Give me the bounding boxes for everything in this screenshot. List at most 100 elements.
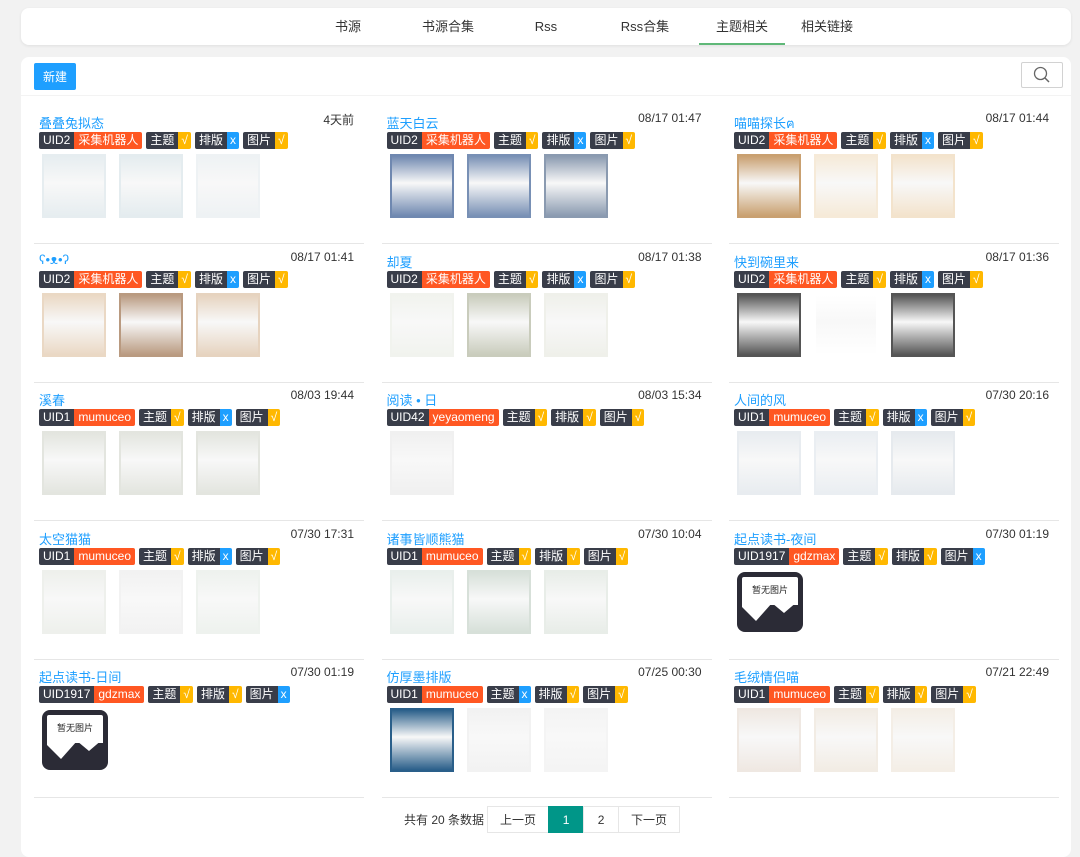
card-title-link[interactable]: 人间的风 xyxy=(734,390,786,409)
status-tag-label: 主题 xyxy=(502,409,535,426)
card-tags: UID42 yeyaomeng 主题 √ 排版 √ 图片 √ xyxy=(386,409,645,426)
theme-card[interactable]: 起点读书-夜间 07/30 01:19 UID1917 gdzmax 主题 √ 排版 √ 图片 x… xyxy=(729,526,1059,660)
theme-thumbnail[interactable] xyxy=(119,569,183,634)
status-tag-label: 排版 xyxy=(197,686,230,703)
thumbnail-list xyxy=(389,569,608,634)
theme-thumbnail[interactable] xyxy=(389,569,454,634)
no-image-placeholder: 暂无图片 xyxy=(42,710,108,770)
tab-4[interactable]: 主题相关 xyxy=(699,8,785,45)
card-title-link[interactable]: 阅读 • 日 xyxy=(387,390,438,409)
theme-thumbnail[interactable] xyxy=(737,154,801,218)
theme-thumbnail[interactable] xyxy=(42,569,106,634)
theme-card[interactable]: 毛绒情侣喵 07/21 22:49 UID1 mumuceo 主题 √ 排版 √ 图片 √ xyxy=(729,664,1059,798)
theme-card[interactable]: 仿厚墨排版 07/25 00:30 UID1 mumuceo 主题 x 排版 √ 图片 √ xyxy=(381,664,712,798)
theme-thumbnail[interactable] xyxy=(891,708,955,772)
theme-thumbnail[interactable] xyxy=(389,154,454,218)
theme-thumbnail[interactable] xyxy=(814,154,878,218)
page-2-button[interactable]: 2 xyxy=(583,806,620,833)
status-tag-label: 排版 xyxy=(889,132,922,149)
status-tag-value: √ xyxy=(583,409,596,426)
thumbnail-list xyxy=(389,431,454,495)
theme-thumbnail[interactable] xyxy=(466,708,531,772)
tab-0[interactable]: 书源 xyxy=(301,8,395,45)
theme-thumbnail[interactable] xyxy=(543,708,608,772)
tab-5[interactable]: 相关链接 xyxy=(785,8,869,45)
theme-card[interactable]: 人间的风 07/30 20:16 UID1 mumuceo 主题 √ 排版 x 图片 √ xyxy=(729,387,1059,521)
theme-thumbnail[interactable] xyxy=(466,292,531,357)
theme-thumbnail[interactable] xyxy=(466,154,531,218)
theme-thumbnail[interactable] xyxy=(389,431,454,495)
theme-thumbnail[interactable] xyxy=(814,292,878,357)
status-tag: 排版 x xyxy=(542,270,587,288)
theme-card[interactable]: 快到碗里来 08/17 01:36 UID2 采集机器人 主题 √ 排版 x 图片 √ xyxy=(729,249,1059,383)
theme-thumbnail[interactable] xyxy=(737,431,801,495)
theme-thumbnail[interactable] xyxy=(466,569,531,634)
theme-thumbnail[interactable] xyxy=(196,569,260,634)
tab-1[interactable]: 书源合集 xyxy=(395,8,501,45)
theme-thumbnail[interactable] xyxy=(543,154,608,218)
theme-card[interactable]: 诸事皆顺熊猫 07/30 10:04 UID1 mumuceo 主题 √ 排版 √ 图片 √ xyxy=(381,526,712,660)
theme-thumbnail[interactable] xyxy=(196,154,260,218)
card-title-link[interactable]: 溪春 xyxy=(39,390,65,409)
theme-thumbnail[interactable] xyxy=(814,708,878,772)
card-title-link[interactable]: 喵喵探长ฅ xyxy=(734,113,795,134)
page-1-button[interactable]: 1 xyxy=(548,806,585,833)
card-title-link[interactable]: 蓝天白云 xyxy=(387,113,439,132)
theme-card[interactable]: 阅读 • 日 08/03 15:34 UID42 yeyaomeng 主题 √ 排版 √ 图片 √ xyxy=(381,387,712,521)
theme-thumbnail[interactable] xyxy=(891,154,955,218)
new-button[interactable]: 新建 xyxy=(34,63,76,90)
theme-thumbnail[interactable] xyxy=(196,292,260,357)
status-tag-value: √ xyxy=(518,547,532,565)
tab-2[interactable]: Rss xyxy=(501,8,591,45)
card-title-link[interactable]: 仿厚墨排版 xyxy=(387,667,452,686)
author-label: yeyaomeng xyxy=(428,409,499,426)
next-page-button[interactable]: 下一页 xyxy=(618,806,681,833)
theme-thumbnail[interactable] xyxy=(389,292,454,357)
card-title-link[interactable]: 却夏 xyxy=(387,252,413,271)
card-title-link[interactable]: 叠叠兔拟态 xyxy=(39,113,104,132)
search-button[interactable] xyxy=(1021,62,1063,88)
card-title-link[interactable]: ʕ•ᴥ•ʔ xyxy=(39,252,69,267)
card-title-link[interactable]: 太空猫猫 xyxy=(39,529,91,548)
status-tag-value: √ xyxy=(866,686,879,703)
theme-card[interactable]: 蓝天白云 08/17 01:47 UID2 采集机器人 主题 √ 排版 x 图片 √ xyxy=(381,110,712,244)
theme-card[interactable]: ʕ•ᴥ•ʔ 08/17 01:41 UID2 采集机器人 主题 √ 排版 x 图片 √ xyxy=(34,249,364,383)
status-tag-value: x xyxy=(226,270,239,288)
prev-page-button[interactable]: 上一页 xyxy=(487,806,550,833)
theme-card[interactable]: 溪春 08/03 19:44 UID1 mumuceo 主题 √ 排版 x 图片 √ xyxy=(34,387,364,521)
card-title-link[interactable]: 快到碗里来 xyxy=(734,252,799,271)
theme-thumbnail[interactable] xyxy=(737,292,801,357)
theme-thumbnail[interactable] xyxy=(891,292,955,357)
status-tag: 排版 √ xyxy=(535,547,580,565)
thumbnail-list xyxy=(737,154,955,218)
tab-3[interactable]: Rss合集 xyxy=(591,8,699,45)
theme-thumbnail[interactable] xyxy=(389,708,454,772)
theme-thumbnail[interactable] xyxy=(543,292,608,357)
status-tag-label: 图片 xyxy=(940,547,973,565)
theme-card[interactable]: 起点读书-日间 07/30 01:19 UID1917 gdzmax 主题 √ 排版 √ 图片 x… xyxy=(34,664,364,798)
theme-card[interactable]: 叠叠兔拟态 4天前 UID2 采集机器人 主题 √ 排版 x 图片 √ xyxy=(34,110,364,244)
status-tag-label: 主题 xyxy=(139,409,172,426)
theme-card[interactable]: 太空猫猫 07/30 17:31 UID1 mumuceo 主题 √ 排版 x 图片 √ xyxy=(34,526,364,660)
theme-thumbnail[interactable] xyxy=(119,431,183,495)
theme-thumbnail[interactable] xyxy=(891,431,955,495)
theme-thumbnail[interactable] xyxy=(42,431,106,495)
theme-card[interactable]: 却夏 08/17 01:38 UID2 采集机器人 主题 √ 排版 x 图片 √ xyxy=(381,249,712,383)
card-title-link[interactable]: 毛绒情侣喵 xyxy=(734,667,799,686)
status-tag: 排版 √ xyxy=(197,686,242,703)
theme-thumbnail[interactable] xyxy=(814,431,878,495)
theme-thumbnail[interactable] xyxy=(543,569,608,634)
theme-thumbnail[interactable] xyxy=(119,154,183,218)
card-title-link[interactable]: 诸事皆顺熊猫 xyxy=(387,529,465,548)
status-tag-value: √ xyxy=(622,270,636,288)
theme-thumbnail[interactable] xyxy=(42,292,106,357)
status-tag: 主题 √ xyxy=(834,686,879,703)
user-badge: UID1917 gdzmax xyxy=(39,686,145,703)
theme-thumbnail[interactable] xyxy=(737,708,801,772)
theme-card[interactable]: 喵喵探长ฅ 08/17 01:44 UID2 采集机器人 主题 √ 排版 x 图片 √ xyxy=(729,110,1059,244)
theme-thumbnail[interactable] xyxy=(119,292,183,357)
theme-thumbnail[interactable] xyxy=(42,154,106,218)
card-title-link[interactable]: 起点读书-夜间 xyxy=(734,529,816,548)
theme-thumbnail[interactable] xyxy=(196,431,260,495)
card-title-link[interactable]: 起点读书-日间 xyxy=(39,667,121,686)
